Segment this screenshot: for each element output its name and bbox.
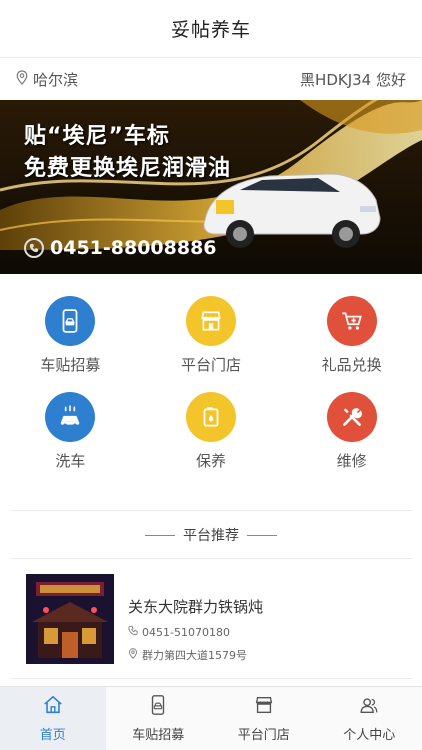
oil-can-icon	[185, 392, 236, 442]
phone-car-icon	[45, 296, 96, 346]
tab-label: 个人中心	[343, 728, 396, 743]
store-phone: 0451-51070180	[142, 625, 230, 639]
store-name: 关东大院群力铁锅炖	[128, 598, 264, 616]
section-divider	[10, 510, 412, 511]
city-selector[interactable]: 哈尔滨	[16, 69, 78, 90]
service-label: 车贴招募	[40, 356, 101, 374]
title-bar: 妥帖养车	[0, 0, 422, 58]
service-grid: 车贴招募 平台门店 礼品兑换 洗车 保养 维修	[0, 288, 422, 488]
recommend-title: 平台推荐	[183, 528, 239, 544]
recommended-store-card[interactable]: 关东大院群力铁锅炖 0451-51070180 群力第四大道1579号	[0, 560, 422, 678]
users-icon	[358, 694, 380, 720]
tab-personal-center[interactable]: 个人中心	[317, 687, 422, 750]
service-label: 平台门店	[180, 356, 241, 374]
tab-label: 首页	[39, 728, 66, 743]
cart-plus-icon	[326, 296, 377, 346]
store-address: 群力第四大道1579号	[142, 649, 247, 662]
heading-dash-left	[145, 534, 175, 536]
service-platform-store[interactable]: 平台门店	[141, 288, 282, 384]
section-divider	[10, 558, 412, 559]
banner-phone-number: 0451-88008886	[50, 237, 217, 259]
banner-headline: 贴“埃尼”车标	[24, 124, 170, 149]
service-gift-exchange[interactable]: 礼品兑换	[281, 288, 422, 384]
service-maintenance[interactable]: 保养	[141, 384, 282, 480]
user-greeting: 黑HDKJ34 您好	[300, 70, 406, 89]
tools-icon	[326, 392, 377, 442]
service-label: 保养	[195, 452, 226, 470]
car-wash-icon	[45, 392, 96, 442]
service-car-wash[interactable]: 洗车	[0, 384, 141, 480]
storefront-icon	[253, 694, 275, 720]
tab-label: 平台门店	[237, 728, 290, 743]
heading-dash-right	[247, 534, 277, 536]
banner-subline: 免费更换埃尼润滑油	[24, 156, 232, 181]
service-label: 礼品兑换	[321, 356, 382, 374]
section-divider	[10, 678, 412, 679]
banner-phone: 0451-88008886	[24, 237, 217, 259]
location-pin-icon	[128, 648, 138, 662]
phone-icon	[128, 625, 138, 639]
location-pin-icon	[16, 69, 28, 89]
page-title: 妥帖养车	[170, 19, 251, 41]
home-icon	[42, 694, 64, 720]
service-car-sticker-recruit[interactable]: 车贴招募	[0, 288, 141, 384]
location-bar: 哈尔滨 黑HDKJ34 您好	[0, 58, 422, 100]
city-label: 哈尔滨	[33, 70, 79, 89]
tab-platform-store[interactable]: 平台门店	[211, 687, 317, 750]
store-info: 关东大院群力铁锅炖 0451-51070180 群力第四大道1579号	[128, 574, 263, 664]
phone-car-icon	[147, 694, 169, 720]
promo-banner[interactable]: 贴“埃尼”车标 免费更换埃尼润滑油 0451-88008886	[0, 100, 422, 274]
store-phone-row[interactable]: 0451-51070180	[128, 625, 263, 639]
store-thumbnail	[26, 574, 114, 664]
tab-home[interactable]: 首页	[0, 687, 106, 750]
service-label: 洗车	[55, 452, 86, 470]
store-address-row: 群力第四大道1579号	[128, 647, 263, 663]
bottom-tab-bar: 首页 车贴招募 平台门店 个人中心	[0, 686, 422, 750]
service-label: 维修	[336, 452, 367, 470]
tab-label: 车贴招募	[132, 728, 185, 743]
storefront-icon	[185, 296, 236, 346]
recommend-heading: 平台推荐	[0, 512, 422, 558]
tab-car-sticker-recruit[interactable]: 车贴招募	[106, 687, 212, 750]
phone-icon	[24, 238, 44, 258]
service-repair[interactable]: 维修	[281, 384, 422, 480]
